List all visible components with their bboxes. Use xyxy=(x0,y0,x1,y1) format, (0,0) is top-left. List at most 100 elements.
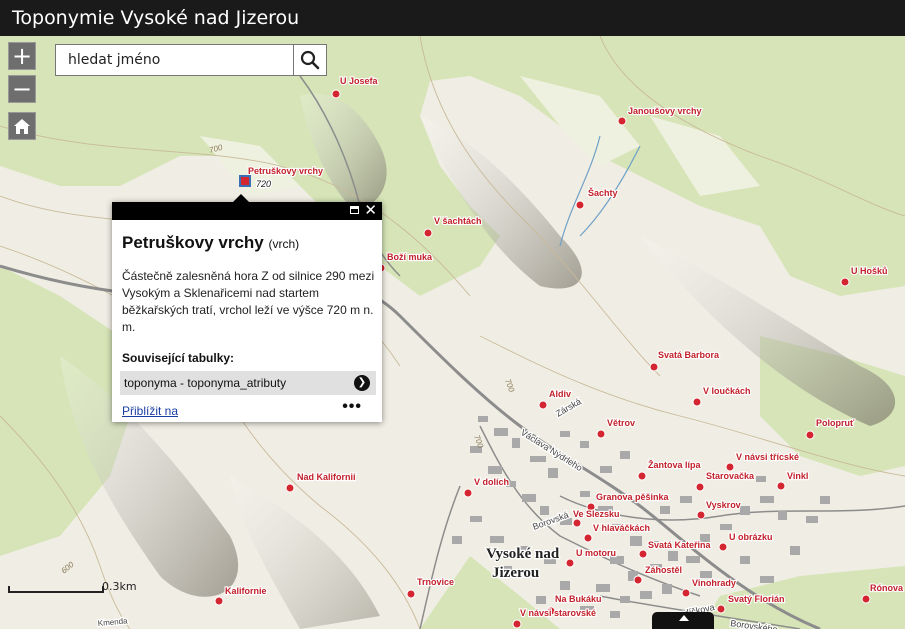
place-label[interactable]: Janoušovy vrchy xyxy=(627,105,703,117)
building xyxy=(452,536,462,544)
place-marker[interactable] xyxy=(633,575,643,585)
attribution-toggle-button[interactable] xyxy=(652,612,714,629)
building xyxy=(596,584,610,592)
place-label[interactable]: Vinkl xyxy=(786,470,810,482)
place-label[interactable]: U Josefa xyxy=(339,75,380,87)
place-label[interactable]: Ve Slezsku xyxy=(572,508,621,520)
place-label[interactable]: Svatá Kateřina xyxy=(647,539,713,551)
close-icon[interactable]: ✕ xyxy=(364,203,377,219)
place-label[interactable]: Polopruť xyxy=(815,417,856,429)
place-marker[interactable] xyxy=(681,588,691,598)
scale-bar: 0.3km xyxy=(8,580,137,596)
building xyxy=(668,551,678,561)
place-marker[interactable] xyxy=(638,549,648,559)
building xyxy=(560,431,570,437)
building xyxy=(494,428,508,436)
place-label[interactable]: Vyskrov xyxy=(705,499,742,511)
popup-title: Petruškovy vrchy (vrch) xyxy=(122,233,299,253)
place-label[interactable]: Starovačka xyxy=(705,470,756,482)
zoom-to-link[interactable]: Přiblížit na xyxy=(122,404,178,418)
place-label[interactable]: V návsi starovské xyxy=(519,607,597,619)
place-marker[interactable] xyxy=(512,619,522,629)
place-label[interactable]: U motoru xyxy=(575,547,617,559)
place-marker[interactable] xyxy=(637,471,647,481)
place-label[interactable]: Aldiv xyxy=(548,388,572,400)
search-icon xyxy=(300,50,320,70)
popup-header: ✕ xyxy=(112,202,382,220)
place-marker[interactable] xyxy=(575,200,585,210)
place-marker[interactable] xyxy=(718,542,728,552)
place-label[interactable]: Petruškovy vrchy xyxy=(247,165,324,177)
zoom-out-button[interactable]: − xyxy=(8,75,36,103)
place-marker[interactable] xyxy=(285,483,295,493)
place-marker[interactable] xyxy=(696,510,706,520)
place-label[interactable]: Kalifornie xyxy=(224,585,268,597)
building xyxy=(488,466,502,474)
maximize-icon[interactable] xyxy=(350,206,359,214)
building xyxy=(490,536,504,543)
place-label[interactable]: U Hošků xyxy=(850,265,889,277)
elevation-label: 720 xyxy=(256,179,271,189)
search-input[interactable] xyxy=(56,45,294,75)
building xyxy=(620,596,630,603)
place-label[interactable]: Nad Kalifornií xyxy=(296,471,357,483)
place-marker[interactable] xyxy=(617,116,627,126)
place-label[interactable]: Granova pěšinka xyxy=(595,491,671,503)
place-marker[interactable] xyxy=(214,596,224,606)
place-marker[interactable] xyxy=(538,400,548,410)
place-marker[interactable] xyxy=(692,397,702,407)
building xyxy=(620,451,630,459)
place-label[interactable]: Svatý Florián xyxy=(727,593,786,605)
place-marker[interactable] xyxy=(695,482,705,492)
place-marker[interactable] xyxy=(423,228,433,238)
place-label[interactable]: Rónova xyxy=(869,582,905,594)
place-label[interactable]: V návsi třícské xyxy=(735,451,800,463)
building xyxy=(662,584,672,594)
home-button[interactable] xyxy=(8,112,36,140)
more-options-button[interactable]: ••• xyxy=(342,398,362,416)
building xyxy=(740,556,750,564)
place-marker[interactable] xyxy=(861,594,871,604)
place-label[interactable]: V dolích xyxy=(473,476,510,488)
place-marker[interactable] xyxy=(725,462,735,472)
place-label[interactable]: V hlaváčkách xyxy=(592,522,651,534)
place-label[interactable]: Vinohrady xyxy=(691,577,737,589)
place-marker[interactable] xyxy=(406,589,416,599)
place-marker[interactable] xyxy=(463,488,473,498)
related-table-link[interactable]: toponyma - toponyma_atributy ❯ xyxy=(120,371,376,395)
place-label[interactable]: Na Bukáku xyxy=(554,593,603,605)
place-label[interactable]: Šachty xyxy=(587,186,619,199)
place-label[interactable]: V šachtách xyxy=(433,215,483,227)
place-label[interactable]: Svatá Barbora xyxy=(657,349,721,361)
place-label[interactable]: V loučkách xyxy=(702,385,752,397)
place-label[interactable]: Žantova lípa xyxy=(647,458,703,471)
place-label[interactable]: Trnovice xyxy=(416,576,455,588)
zoom-in-button[interactable]: + xyxy=(8,42,36,70)
place-marker[interactable] xyxy=(596,429,606,439)
place-marker[interactable] xyxy=(331,89,341,99)
building xyxy=(630,536,642,546)
place-label[interactable]: Boží muka xyxy=(386,251,434,263)
place-marker[interactable] xyxy=(776,481,786,491)
place-marker[interactable] xyxy=(565,558,575,568)
related-table-label: toponyma - toponyma_atributy xyxy=(124,376,287,390)
building xyxy=(580,491,590,497)
selected-place-marker[interactable] xyxy=(239,175,251,187)
place-label[interactable]: U obrázku xyxy=(728,531,774,543)
place-marker[interactable] xyxy=(572,518,582,528)
town-label: Jizerou xyxy=(492,565,539,581)
home-icon xyxy=(14,119,30,134)
place-marker[interactable] xyxy=(840,277,850,287)
building xyxy=(600,466,612,473)
building xyxy=(760,576,774,583)
building xyxy=(740,506,750,515)
place-marker[interactable] xyxy=(805,430,815,440)
place-marker[interactable] xyxy=(649,362,659,372)
place-label[interactable]: Záhostěl xyxy=(644,564,683,576)
place-marker[interactable] xyxy=(716,604,726,614)
building xyxy=(790,546,800,555)
place-marker[interactable] xyxy=(583,533,593,543)
building xyxy=(530,456,546,462)
place-label[interactable]: Větrov xyxy=(606,417,636,429)
search-button[interactable] xyxy=(293,45,326,75)
